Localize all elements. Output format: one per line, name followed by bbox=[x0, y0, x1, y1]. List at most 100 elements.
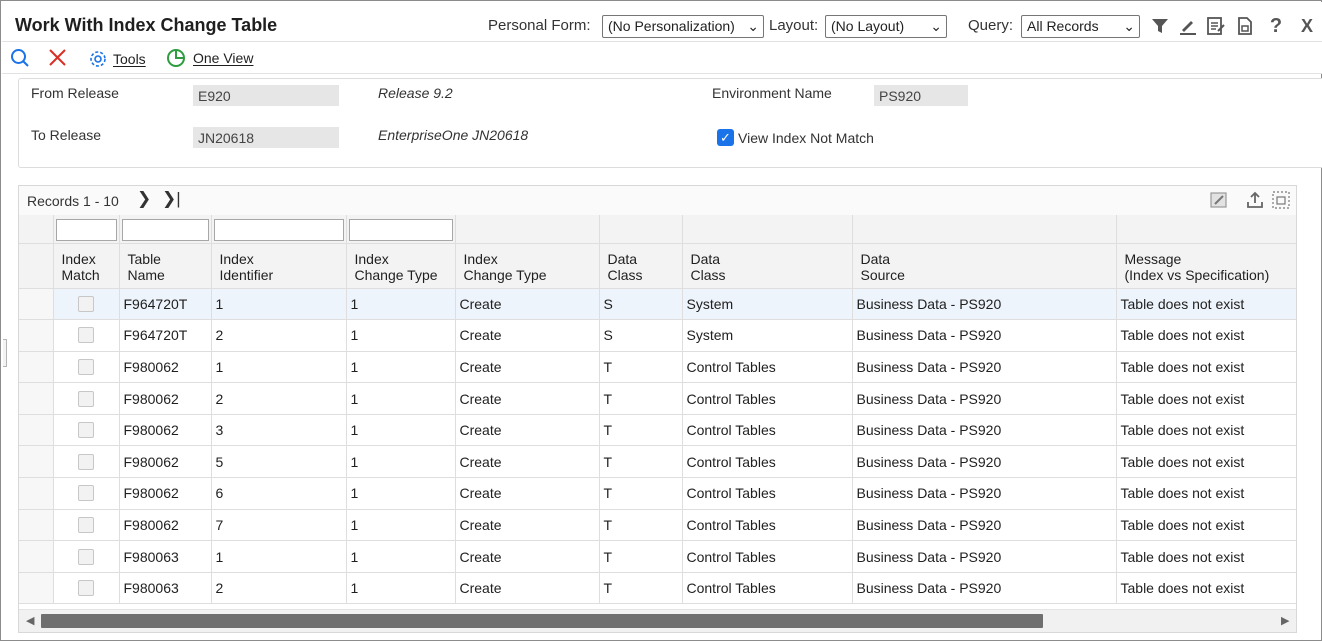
index-match-checkbox[interactable] bbox=[53, 382, 120, 415]
scrollbar-thumb[interactable] bbox=[41, 614, 1043, 628]
table-row[interactable]: F980062 5 1 Create T Control Tables Business D… bbox=[19, 445, 1296, 479]
table-row[interactable]: F980062 6 1 Create T Control Tables Business D… bbox=[19, 477, 1296, 510]
next-page-icon[interactable]: ❯ bbox=[137, 189, 151, 209]
environment-name-field: PS920 bbox=[874, 85, 968, 106]
change-type-cell: Create bbox=[455, 288, 600, 321]
grid-format-icon[interactable] bbox=[1270, 189, 1292, 211]
index-match-checkbox-box[interactable] bbox=[78, 453, 94, 470]
grid-toolbar: Records 1 - 10 ❯ ❯| bbox=[19, 186, 1296, 215]
data-class-code-cell: S bbox=[599, 319, 683, 352]
personal-form-select[interactable]: (No Personalization) ⌄ bbox=[602, 15, 764, 38]
scroll-right-icon[interactable]: ▶ bbox=[1281, 614, 1289, 627]
column-header-data-source[interactable]: Data Source bbox=[852, 243, 1117, 289]
table-row[interactable]: F964720T 2 1 Create S System Business Data - P… bbox=[19, 319, 1296, 352]
index-match-checkbox-box[interactable] bbox=[78, 422, 94, 439]
index-match-checkbox-box[interactable] bbox=[78, 390, 94, 407]
index-match-checkbox[interactable] bbox=[53, 319, 120, 352]
table-name-cell: F980062 bbox=[119, 351, 212, 384]
message-cell: Table does not exist bbox=[1116, 351, 1296, 384]
data-class-cell: Control Tables bbox=[682, 351, 853, 384]
index-match-checkbox[interactable] bbox=[53, 414, 120, 447]
row-selector[interactable] bbox=[19, 445, 54, 479]
row-selector[interactable] bbox=[19, 414, 54, 447]
scroll-left-icon[interactable]: ◀ bbox=[26, 614, 34, 627]
row-selector[interactable] bbox=[19, 351, 54, 384]
query-label: Query: bbox=[968, 17, 1014, 34]
index-match-checkbox-box[interactable] bbox=[78, 580, 94, 597]
index-match-checkbox[interactable] bbox=[53, 288, 120, 321]
column-header-change-type[interactable]: Index Change Type bbox=[455, 243, 600, 289]
export-icon[interactable] bbox=[1234, 14, 1256, 38]
index-match-checkbox-box[interactable] bbox=[78, 548, 94, 565]
data-class-cell: Control Tables bbox=[682, 572, 853, 605]
find-button[interactable] bbox=[10, 48, 30, 68]
row-selector[interactable] bbox=[19, 382, 54, 415]
table-row[interactable]: F964720T 1 1 Create S System Business Data - P… bbox=[19, 288, 1296, 321]
row-selector[interactable] bbox=[19, 319, 54, 352]
message-cell: Table does not exist bbox=[1116, 572, 1296, 605]
column-header-change-type-code[interactable]: Index Change Type bbox=[346, 243, 456, 289]
personalize-grid-icon[interactable] bbox=[1208, 189, 1230, 211]
one-view-button[interactable]: One View bbox=[166, 48, 253, 68]
layout-select[interactable]: (No Layout) ⌄ bbox=[825, 15, 947, 38]
query-select[interactable]: All Records ⌄ bbox=[1021, 15, 1140, 38]
table-name-cell: F980062 bbox=[119, 445, 212, 479]
close-icon[interactable]: X bbox=[1296, 14, 1318, 38]
qbe-input-change-type-code[interactable] bbox=[348, 218, 453, 241]
table-row[interactable]: F980062 3 1 Create T Control Tables Business D… bbox=[19, 414, 1296, 447]
table-row[interactable]: F980063 1 1 Create T Control Tables Business D… bbox=[19, 540, 1296, 573]
last-page-icon[interactable]: ❯| bbox=[162, 189, 181, 209]
column-header-index-identifier[interactable]: Index Identifier bbox=[211, 243, 347, 289]
view-index-not-match-checkbox[interactable]: ✓ bbox=[717, 129, 734, 146]
qbe-input-index-identifier[interactable] bbox=[213, 218, 344, 241]
index-match-checkbox[interactable] bbox=[53, 509, 120, 542]
table-row[interactable]: F980062 7 1 Create T Control Tables Business D… bbox=[19, 509, 1296, 542]
index-match-checkbox[interactable] bbox=[53, 351, 120, 384]
row-selector[interactable] bbox=[19, 540, 54, 573]
edit-query-icon[interactable] bbox=[1177, 14, 1199, 38]
index-match-checkbox[interactable] bbox=[53, 540, 120, 573]
filter-icon[interactable] bbox=[1149, 14, 1171, 38]
data-class-code-cell: T bbox=[599, 351, 683, 384]
notes-icon[interactable] bbox=[1205, 14, 1227, 38]
message-cell: Table does not exist bbox=[1116, 509, 1296, 542]
layout-value: (No Layout) bbox=[831, 18, 905, 34]
from-release-description: Release 9.2 bbox=[378, 85, 453, 101]
row-selector[interactable] bbox=[19, 509, 54, 542]
personal-form-value: (No Personalization) bbox=[608, 18, 735, 34]
index-match-checkbox-box[interactable] bbox=[78, 327, 94, 344]
close-button[interactable] bbox=[48, 48, 67, 67]
index-identifier-cell: 2 bbox=[211, 572, 347, 605]
row-selector[interactable] bbox=[19, 288, 54, 321]
index-match-checkbox-box[interactable] bbox=[78, 358, 94, 375]
column-header-index-match[interactable]: Index Match bbox=[53, 243, 120, 289]
upload-icon[interactable] bbox=[1244, 189, 1266, 211]
table-row[interactable]: F980063 2 1 Create T Control Tables Business D… bbox=[19, 572, 1296, 605]
column-header-data-class[interactable]: Data Class bbox=[682, 243, 853, 289]
chevron-down-icon: ⌄ bbox=[747, 18, 759, 34]
column-header-table-name[interactable]: Table Name bbox=[119, 243, 212, 289]
index-match-checkbox-box[interactable] bbox=[78, 516, 94, 533]
index-match-checkbox[interactable] bbox=[53, 572, 120, 605]
table-name-cell: F980063 bbox=[119, 540, 212, 573]
index-match-checkbox-box[interactable] bbox=[78, 485, 94, 502]
row-selector[interactable] bbox=[19, 572, 54, 605]
qbe-input-table-name[interactable] bbox=[121, 218, 209, 241]
side-panel-handle[interactable] bbox=[3, 339, 7, 367]
change-type-cell: Create bbox=[455, 540, 600, 573]
index-match-checkbox-box[interactable] bbox=[78, 295, 94, 312]
horizontal-scrollbar[interactable]: ◀ ▶ bbox=[19, 609, 1296, 632]
index-match-checkbox[interactable] bbox=[53, 445, 120, 479]
help-icon[interactable]: ? bbox=[1265, 14, 1287, 38]
tools-menu-button[interactable]: Tools bbox=[88, 49, 146, 69]
change-type-code-cell: 1 bbox=[346, 509, 456, 542]
table-row[interactable]: F980062 2 1 Create T Control Tables Business D… bbox=[19, 382, 1296, 415]
data-class-cell: Control Tables bbox=[682, 414, 853, 447]
column-header-message[interactable]: Message (Index vs Specification) bbox=[1116, 243, 1296, 289]
index-match-checkbox[interactable] bbox=[53, 477, 120, 510]
qbe-input-index-match[interactable] bbox=[55, 218, 117, 241]
row-selector[interactable] bbox=[19, 477, 54, 510]
table-row[interactable]: F980062 1 1 Create T Control Tables Business D… bbox=[19, 351, 1296, 384]
column-header-data-class-code[interactable]: Data Class bbox=[599, 243, 683, 289]
records-count: Records 1 - 10 bbox=[27, 193, 119, 209]
